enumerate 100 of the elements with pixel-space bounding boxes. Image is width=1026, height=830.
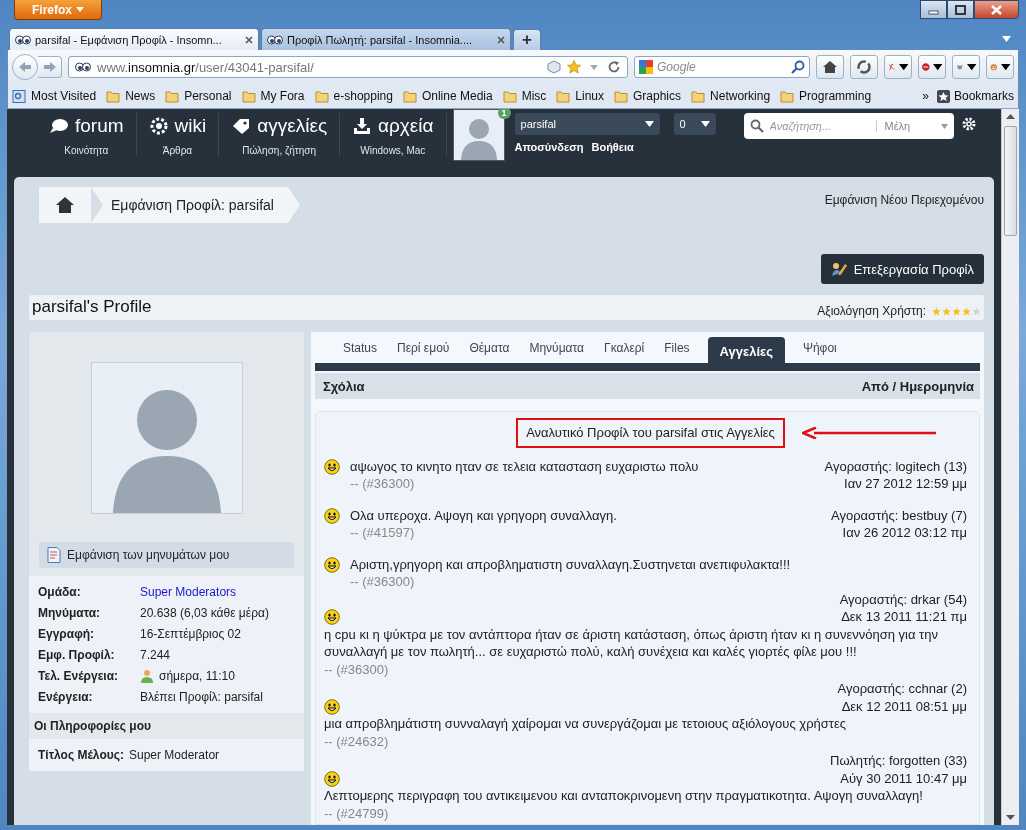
dropdown-icon[interactable] xyxy=(1002,36,1011,42)
trade-profile-link[interactable]: Αναλυτικό Προφίλ του parsifal στις Αγγελίες xyxy=(516,418,785,448)
bookmark-item[interactable]: Online Media xyxy=(402,89,493,103)
download-icon xyxy=(352,117,373,135)
profile-tab[interactable]: Ψήφοι xyxy=(792,341,847,363)
star-icon xyxy=(972,306,981,316)
bookmark-item[interactable]: Misc xyxy=(502,89,547,103)
bookmark-item[interactable]: News xyxy=(106,89,156,103)
site-nav-item[interactable]: wiki Άρθρα xyxy=(136,113,220,156)
group-link[interactable]: Super Moderators xyxy=(140,584,274,600)
search-bar[interactable]: Google xyxy=(634,56,810,78)
bookmark-item[interactable]: Linux xyxy=(556,89,604,103)
adblock-button[interactable] xyxy=(918,55,946,79)
search-icon[interactable] xyxy=(791,60,805,74)
counter-dropdown[interactable]: 0 xyxy=(673,113,716,135)
search-input[interactable]: Google xyxy=(657,60,787,74)
feedback-date: Αύγ 30 2011 10:47 μμ xyxy=(840,769,967,787)
home-button[interactable] xyxy=(39,187,91,223)
house-icon xyxy=(55,196,75,214)
nav-sublabel: Πώληση, ζήτηση xyxy=(242,145,316,156)
forward-arrow-icon xyxy=(42,61,57,73)
header-link[interactable]: Βοήθεια xyxy=(591,141,634,153)
bookmark-item[interactable]: e-shopping xyxy=(314,89,393,103)
site-nav-item[interactable]: forum Κοινότητα xyxy=(37,113,137,156)
sync-button[interactable] xyxy=(850,55,878,79)
site-search-input[interactable]: Αναζήτηση... xyxy=(769,120,870,132)
feedback-date: Δεκ 13 2011 11:21 πμ xyxy=(841,608,967,626)
close-icon[interactable] xyxy=(497,35,505,44)
scroll-thumb[interactable] xyxy=(1004,126,1017,236)
profile-tab[interactable]: Περί εμού xyxy=(387,341,460,363)
close-button[interactable] xyxy=(974,0,1019,19)
site-nav-item[interactable]: αρχεία Windows, Mac xyxy=(340,113,447,156)
nav-sublabel: Windows, Mac xyxy=(360,145,426,156)
eyes-icon xyxy=(75,62,91,72)
forward-button[interactable] xyxy=(38,56,62,78)
monkey-face-button[interactable] xyxy=(986,55,1014,79)
feedback-reference: -- (#24799) xyxy=(324,804,390,822)
document-icon xyxy=(47,547,61,563)
new-content-link[interactable]: Εμφάνιση Νέου Περιεχομένου xyxy=(824,193,984,207)
browser-tab[interactable]: Προφίλ Πωλητή: parsifal - Insomnia.... xyxy=(261,28,511,50)
reload-icon[interactable] xyxy=(607,60,621,74)
settings-icon[interactable] xyxy=(961,117,976,131)
feedback-comment: αψωγος το κινητο ηταν σε τελεια κατασταση ευχαριστω πολυ xyxy=(350,457,699,475)
profile-tab[interactable]: Μηνύματα xyxy=(519,341,594,363)
scroll-up-icon[interactable] xyxy=(1006,114,1015,119)
nav-label: αρχεία xyxy=(378,114,434,138)
flash-block-button[interactable] xyxy=(884,55,912,79)
profile-tab[interactable]: Θέματα xyxy=(459,341,520,363)
star-icon[interactable] xyxy=(567,60,581,74)
dropdown-icon xyxy=(932,63,942,71)
pencil-icon xyxy=(830,261,847,277)
breadcrumb-item[interactable]: Εμφάνιση Προφίλ: parsifal xyxy=(91,187,300,223)
field-label: Εμφ. Προφίλ: xyxy=(38,647,116,663)
nav-label: wiki xyxy=(174,114,207,138)
browser-tab[interactable]: parsifal - Εμφάνιση Προφίλ - Insomn... xyxy=(9,28,259,50)
profile-title: parsifal's Profile xyxy=(32,296,152,317)
profile-tab[interactable]: Files xyxy=(654,341,700,363)
header-link[interactable]: Αποσύνδεση xyxy=(514,141,584,153)
new-tab-button[interactable]: + xyxy=(513,29,541,50)
feedback-comment: μια απροβλημάτιστη συνναλαγή χαίρομαι να συνεργάζομαι με τετοιους αξιόλογους χρήστες xyxy=(324,715,847,733)
search-scope-dropdown[interactable]: Μέλη xyxy=(875,120,948,132)
bookmarks-overflow-button[interactable]: » xyxy=(922,89,929,103)
user-menu-dropdown[interactable]: parsifal xyxy=(514,113,660,135)
feedback-comment: Αριστη,γρηγορη και απροβληματιστη συναλλαγη.Συστηνεται ανεπιφυλακτα!!! xyxy=(350,555,791,573)
sync-icon xyxy=(856,59,872,75)
eyes-icon xyxy=(15,34,31,45)
caret-icon xyxy=(700,121,710,127)
field-label: Τίτλος Μέλους: xyxy=(38,747,125,763)
close-icon[interactable] xyxy=(245,35,253,44)
bookmark-item[interactable]: Programming xyxy=(780,89,872,103)
bookmark-item[interactable]: Graphics xyxy=(614,89,682,103)
profile-tab[interactable]: Status xyxy=(333,341,388,363)
feedback-comment: Λεπτομερης περιγραφη του αντικειμενου και ανταποκρινομενη στην πραγματικοτητα. Αψογη συναλλαγη! xyxy=(324,787,924,805)
edit-profile-button[interactable]: Επεξεργασία Προφίλ xyxy=(820,254,984,284)
feedback-reference: -- (#24632) xyxy=(324,732,390,750)
site-nav-item[interactable]: αγγελίες Πώληση, ζήτηση xyxy=(219,113,341,156)
bookmark-item[interactable]: Most Visited xyxy=(12,89,97,103)
profile-tab[interactable]: Αγγελίες xyxy=(707,337,785,363)
user-icon xyxy=(140,669,154,683)
bug-button[interactable] xyxy=(952,55,980,79)
home-button[interactable] xyxy=(816,55,844,79)
site-search-bar[interactable]: Αναζήτηση... Μέλη xyxy=(743,113,954,139)
bookmark-item[interactable]: Personal xyxy=(165,89,232,103)
feedback-date: Ιαν 26 2012 03:12 πμ xyxy=(841,524,967,542)
dropdown-icon xyxy=(898,63,908,71)
my-posts-link[interactable]: Εμφάνιση των μηνυμάτων μου xyxy=(39,542,294,568)
maximize-button[interactable] xyxy=(947,0,974,19)
profile-tab[interactable]: Γκαλερί xyxy=(594,341,655,363)
scroll-down-icon[interactable] xyxy=(1006,815,1015,820)
minimize-button[interactable] xyxy=(920,0,947,19)
speech-bubble-icon xyxy=(49,117,69,135)
feedback-reference: -- (#36300) xyxy=(350,475,416,493)
folder-icon xyxy=(165,89,180,103)
address-bar[interactable]: www.insomnia.gr/user/43041-parsifal/ xyxy=(68,56,628,78)
bookmark-item[interactable]: Networking xyxy=(691,89,771,103)
feedback-author: Αγοραστής: drkar (54) xyxy=(838,590,967,608)
scrollbar[interactable] xyxy=(1001,109,1019,825)
bookmark-item[interactable]: My Fora xyxy=(241,89,305,103)
folder-icon xyxy=(106,89,121,103)
bookmarks-menu-button[interactable]: Bookmarks xyxy=(936,89,1014,103)
